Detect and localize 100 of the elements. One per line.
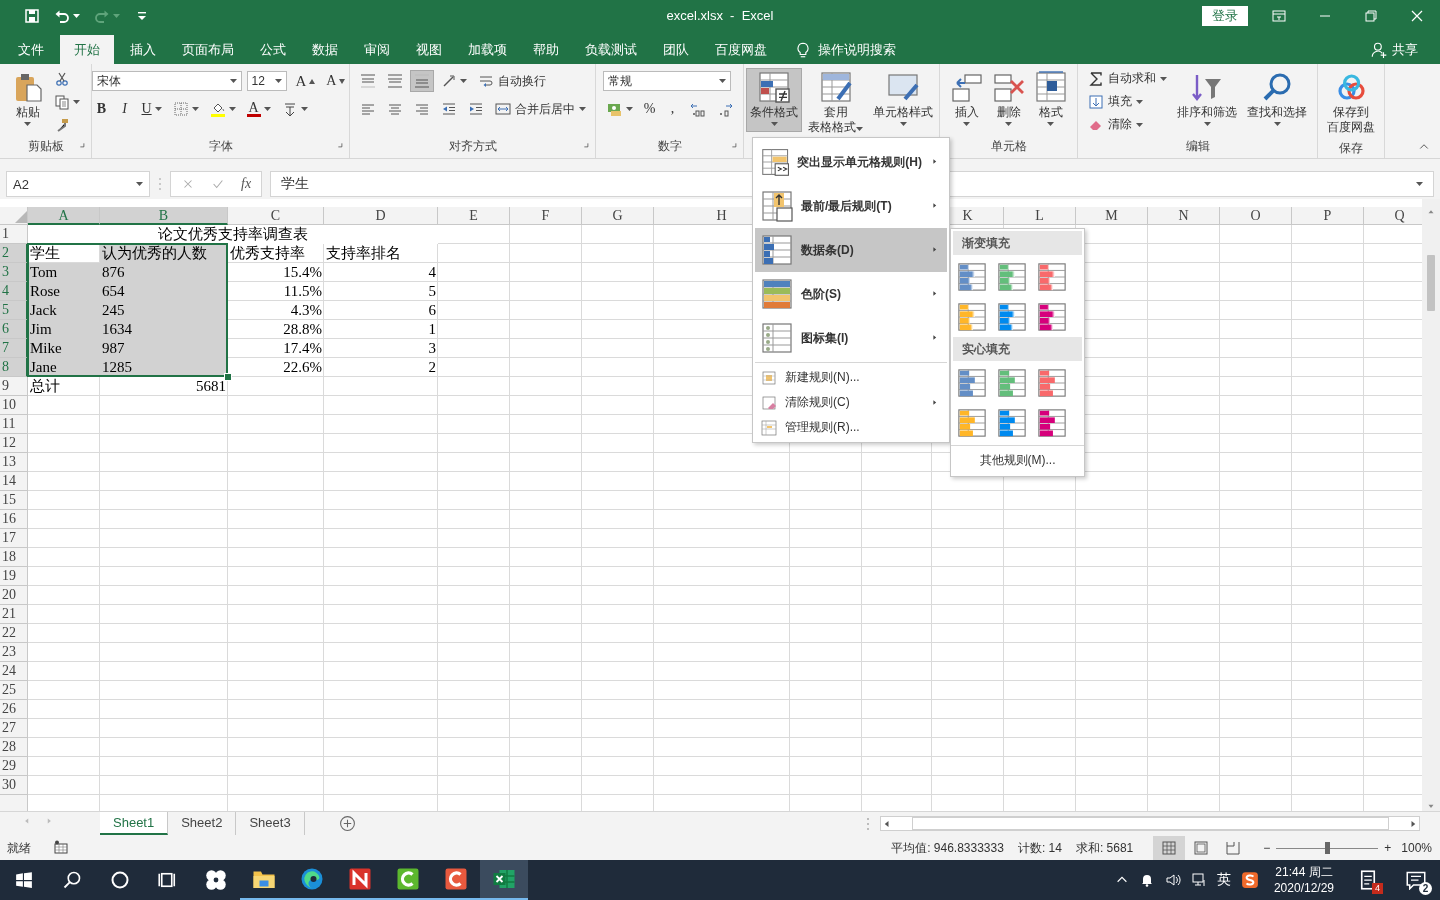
ribbon-tab[interactable]: 负载测试 bbox=[572, 35, 650, 64]
column-header[interactable]: C bbox=[228, 207, 324, 225]
insert-button[interactable]: 插入 bbox=[946, 68, 987, 132]
align-bottom-button[interactable] bbox=[409, 70, 434, 92]
italic-button[interactable]: I bbox=[114, 98, 135, 120]
row-header[interactable]: 1 bbox=[0, 225, 28, 244]
data-bar-option[interactable] bbox=[956, 367, 988, 399]
data-bar-option[interactable] bbox=[996, 261, 1028, 293]
row-header[interactable]: 15 bbox=[0, 491, 28, 510]
row-header[interactable]: 7 bbox=[0, 339, 28, 358]
row-header[interactable]: 30 bbox=[0, 776, 28, 795]
input-language[interactable]: 英 bbox=[1211, 860, 1236, 900]
ribbon-tab[interactable]: 公式 bbox=[247, 35, 299, 64]
autosum-button[interactable]: 自动求和 bbox=[1084, 67, 1171, 90]
ribbon-tab[interactable]: 插入 bbox=[117, 35, 169, 64]
row-header[interactable]: 13 bbox=[0, 453, 28, 472]
start-icon[interactable] bbox=[15, 871, 33, 889]
column-header[interactable]: E bbox=[438, 207, 510, 225]
row-header[interactable]: 18 bbox=[0, 548, 28, 567]
ribbon-tab[interactable]: 文件 bbox=[5, 35, 57, 64]
find-select-button[interactable]: 查找和选择 bbox=[1243, 68, 1311, 132]
ribbon-display-icon[interactable] bbox=[1271, 8, 1287, 24]
menu-item[interactable]: 新建规则(N)... bbox=[755, 365, 947, 390]
row-header[interactable]: 17 bbox=[0, 529, 28, 548]
ribbon-tab[interactable]: 团队 bbox=[650, 35, 702, 64]
data-bar-option[interactable] bbox=[1036, 367, 1068, 399]
column-header[interactable]: B bbox=[100, 207, 228, 225]
column-header[interactable]: Q bbox=[1364, 207, 1422, 225]
column-header[interactable]: M bbox=[1076, 207, 1148, 225]
restore-icon[interactable] bbox=[1363, 8, 1379, 24]
format-as-table-button[interactable]: 套用 表格格式 bbox=[804, 68, 867, 138]
conditional-format-button[interactable]: 条件格式 bbox=[746, 68, 802, 132]
task-view-icon[interactable] bbox=[158, 870, 178, 890]
font-color-button[interactable]: A bbox=[242, 98, 275, 120]
sort-filter-button[interactable]: 排序和筛选 bbox=[1173, 68, 1241, 132]
number-style-button[interactable]: , bbox=[662, 98, 683, 120]
cell-styles-button[interactable]: 单元格样式 bbox=[869, 68, 937, 132]
increase-font-size-button[interactable]: A bbox=[291, 70, 320, 92]
row-header[interactable]: 10 bbox=[0, 396, 28, 415]
zoom-percent[interactable]: 100% bbox=[1401, 841, 1432, 855]
menu-item[interactable]: 色阶(S) bbox=[755, 272, 947, 316]
row-header[interactable]: 6 bbox=[0, 320, 28, 339]
column-header[interactable]: N bbox=[1148, 207, 1220, 225]
sheet-tab[interactable]: Sheet2 bbox=[168, 812, 237, 835]
view-button[interactable] bbox=[1153, 836, 1186, 860]
menu-item[interactable]: 突出显示单元格规则(H) bbox=[755, 140, 947, 184]
data-bar-option[interactable] bbox=[1036, 261, 1068, 293]
fill-button[interactable]: 填充 bbox=[1084, 90, 1147, 113]
row-header[interactable]: 16 bbox=[0, 510, 28, 529]
column-header[interactable]: P bbox=[1292, 207, 1364, 225]
column-header[interactable]: O bbox=[1220, 207, 1292, 225]
insert-function-button[interactable]: fx bbox=[241, 176, 252, 192]
decrease-font-size-button[interactable]: A bbox=[322, 70, 350, 92]
row-header[interactable]: 23 bbox=[0, 643, 28, 662]
row-header[interactable]: 9 bbox=[0, 377, 28, 396]
macro-icon[interactable] bbox=[53, 838, 69, 855]
sign-in-button[interactable]: 登录 bbox=[1202, 6, 1248, 26]
font-size-field[interactable]: 12 bbox=[246, 71, 287, 91]
row-header[interactable]: 25 bbox=[0, 681, 28, 700]
column-header[interactable]: F bbox=[510, 207, 582, 225]
row-header[interactable]: 4 bbox=[0, 282, 28, 301]
share-button[interactable]: 共享 bbox=[1370, 35, 1440, 64]
row-header[interactable]: 14 bbox=[0, 472, 28, 491]
ribbon-tab[interactable]: 加载项 bbox=[455, 35, 520, 64]
ribbon-tab[interactable]: 百度网盘 bbox=[702, 35, 780, 64]
underline-button[interactable]: U bbox=[137, 98, 166, 120]
close-icon[interactable] bbox=[1409, 8, 1425, 24]
slider-thumb[interactable] bbox=[1325, 842, 1331, 854]
row-header[interactable]: 8 bbox=[0, 358, 28, 377]
data-bar-option[interactable] bbox=[996, 301, 1028, 333]
data-bar-option[interactable] bbox=[956, 261, 988, 293]
network-icon[interactable] bbox=[1190, 872, 1207, 888]
row-header[interactable]: 19 bbox=[0, 567, 28, 586]
circle-icon[interactable] bbox=[110, 870, 130, 890]
data-bar-option[interactable] bbox=[956, 407, 988, 439]
row-header[interactable]: 22 bbox=[0, 624, 28, 643]
data-bar-option[interactable] bbox=[1036, 407, 1068, 439]
bold-button[interactable]: B bbox=[91, 98, 112, 120]
font-field[interactable]: 宋体 bbox=[91, 71, 242, 91]
ribbon-tab[interactable]: 开始 bbox=[60, 35, 114, 64]
row-header[interactable]: 21 bbox=[0, 605, 28, 624]
ribbon-tab[interactable]: 数据 bbox=[299, 35, 351, 64]
column-header[interactable]: G bbox=[582, 207, 654, 225]
tell-me-search[interactable]: 操作说明搜索 bbox=[818, 40, 896, 59]
column-header[interactable]: D bbox=[324, 207, 438, 225]
row-header[interactable]: 28 bbox=[0, 738, 28, 757]
column-header[interactable]: A bbox=[28, 207, 100, 225]
action-center-icon[interactable] bbox=[1406, 870, 1426, 890]
clock[interactable]: 21:44 周二 2020/12/29 bbox=[1263, 864, 1344, 896]
fill-handle[interactable] bbox=[224, 373, 232, 381]
number-format-field[interactable]: 常规 bbox=[602, 71, 731, 91]
row-header[interactable]: 5 bbox=[0, 301, 28, 320]
clear-button[interactable]: 清除 bbox=[1084, 113, 1147, 136]
zoom-out-button[interactable]: − bbox=[1263, 841, 1271, 855]
ribbon-tab[interactable]: 页面布局 bbox=[169, 35, 247, 64]
menu-item[interactable]: 其他规则(M)... bbox=[979, 451, 1056, 469]
data-bar-option[interactable] bbox=[956, 301, 988, 333]
data-bar-option[interactable] bbox=[1036, 301, 1068, 333]
add-sheet-icon[interactable] bbox=[338, 815, 356, 832]
menu-item[interactable]: 管理规则(R)... bbox=[755, 415, 947, 440]
